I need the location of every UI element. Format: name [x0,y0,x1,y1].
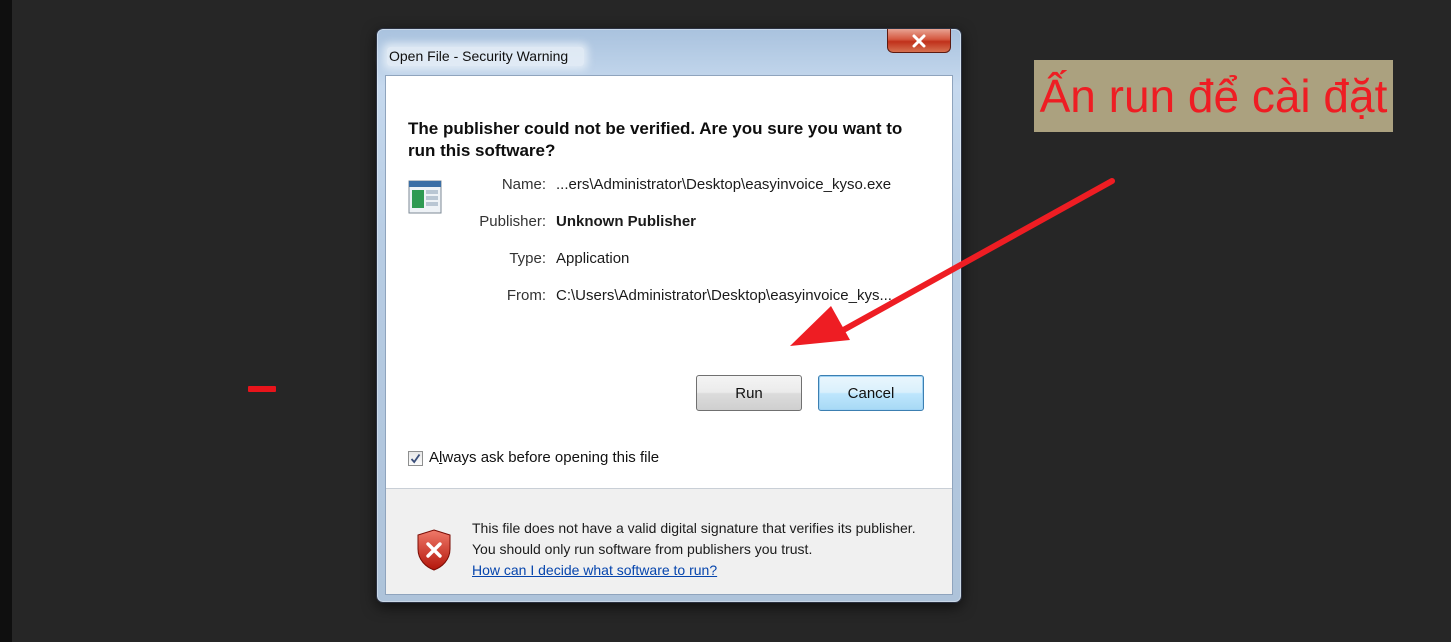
close-icon [912,34,926,47]
run-button[interactable]: Run [696,375,802,411]
checkmark-icon [410,453,421,464]
label-part: ways ask before opening this file [442,449,660,466]
red-dash-mark [248,386,276,392]
always-ask-checkbox[interactable] [408,451,423,466]
label-part: A [429,449,440,466]
left-edge-strip [0,0,12,642]
type-value: Application [556,250,630,267]
annotation-label: Ấn run để cài đặt [1034,60,1393,132]
warning-footer: This file does not have a valid digital … [386,489,952,594]
dialog-body: The publisher could not be verified. Are… [385,75,953,595]
always-ask-label[interactable]: Always ask before opening this file [429,449,659,466]
dialog-title: Open File - Security Warning [387,47,585,66]
help-link[interactable]: How can I decide what software to run? [472,562,717,578]
name-label: Name: [501,176,546,193]
publisher-value: Unknown Publisher [556,213,697,230]
security-shield-icon [417,529,451,571]
from-value: C:\Users\Administrator\Desktop\easyinvoi… [556,287,892,304]
name-value: ...ers\Administrator\Desktop\easyinvoice… [556,176,892,193]
warning-text-block: This file does not have a valid digital … [472,518,932,581]
security-warning-dialog: Open File - Security Warning The publish… [376,28,962,603]
from-label: From: [506,287,546,304]
type-label: Type: [509,250,546,267]
publisher-label: Publisher: [479,213,546,230]
cancel-button[interactable]: Cancel [818,375,924,411]
close-button[interactable] [887,29,951,53]
verification-question: The publisher could not be verified. Are… [408,119,903,160]
warning-text: This file does not have a valid digital … [472,520,916,557]
dialog-titlebar[interactable]: Open File - Security Warning [377,29,961,69]
